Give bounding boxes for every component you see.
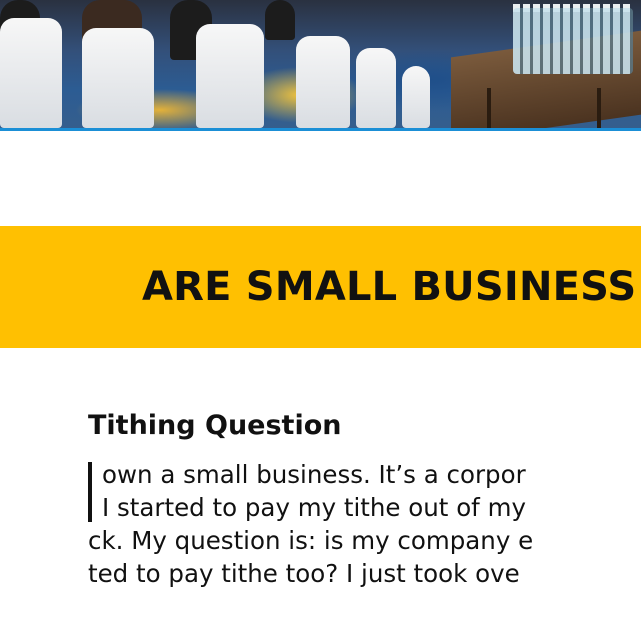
chair bbox=[196, 24, 264, 128]
title-banner: ARE SMALL BUSINESS bbox=[0, 226, 641, 348]
water-bottles bbox=[513, 8, 633, 74]
chair bbox=[82, 28, 154, 128]
table-leg bbox=[487, 88, 491, 128]
banner-title: ARE SMALL BUSINESS bbox=[142, 264, 637, 310]
hero-bottom-border bbox=[0, 128, 641, 131]
chair bbox=[0, 18, 62, 128]
table-leg bbox=[597, 88, 601, 128]
hero-image bbox=[0, 0, 641, 128]
chair bbox=[356, 48, 396, 128]
audience-person bbox=[265, 0, 295, 40]
chair bbox=[296, 36, 350, 128]
section-heading: Tithing Question bbox=[88, 410, 342, 441]
article-body: own a small business. It’s a corpor I st… bbox=[88, 458, 641, 590]
article-line: I started to pay my tithe out of my bbox=[102, 493, 526, 522]
article-line: ck. My question is: is my company e bbox=[88, 526, 534, 555]
article-line: own a small business. It’s a corpor bbox=[102, 460, 526, 489]
chair bbox=[402, 66, 430, 128]
article-line: ted to pay tithe too? I just took ove bbox=[88, 559, 520, 588]
